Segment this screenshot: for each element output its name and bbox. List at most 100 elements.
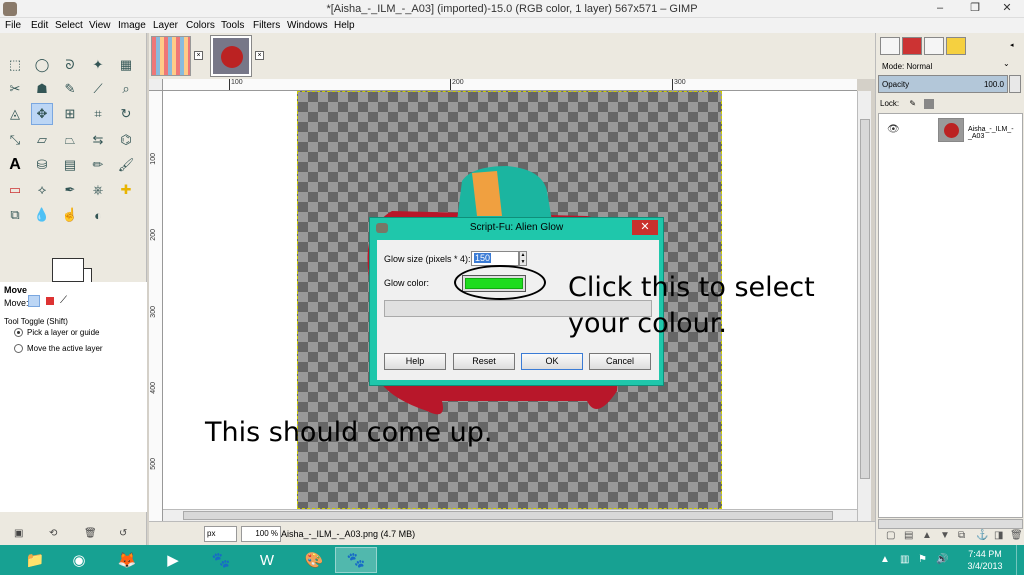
vertical-scrollbar[interactable] [857,91,871,521]
glow-size-spinner[interactable]: ▲ ▼ [519,251,527,266]
align-icon[interactable]: ⊞ [59,103,81,125]
bucket-fill-icon[interactable]: ⛁ [31,154,53,176]
close-button[interactable]: ✕ [990,0,1024,17]
menu-file[interactable]: File [5,20,21,31]
ellipse-select-icon[interactable]: ◯ [31,54,53,76]
menu-edit[interactable]: Edit [31,20,48,31]
shear-icon[interactable]: ▱ [31,129,53,151]
flip-icon[interactable]: ⇆ [87,129,109,151]
move-selection-mode-icon[interactable] [46,297,54,305]
paths-tab[interactable] [924,37,944,55]
menu-image[interactable]: Image [118,20,146,31]
horizontal-scroll-thumb[interactable] [183,511,833,520]
opacity-slider[interactable]: Opacity 100.0 [878,75,1008,93]
menu-filters[interactable]: Filters [253,20,280,31]
dialog-close-button[interactable]: ✕ [632,220,658,235]
help-button[interactable]: Help [384,353,446,370]
firefox-icon[interactable]: 🦊 [106,547,148,573]
scissors-icon[interactable]: ✂ [4,78,26,100]
menu-colors[interactable]: Colors [186,20,215,31]
image-tab-1[interactable] [151,36,191,76]
foreground-select-icon[interactable]: ☗ [31,78,53,100]
mode-dropdown-icon[interactable]: ⌄ [1003,59,1021,73]
horizontal-scrollbar[interactable] [163,509,857,521]
pick-layer-radio[interactable] [14,328,23,337]
menu-view[interactable]: View [89,20,111,31]
paint-icon[interactable]: 🎨 [293,547,335,573]
lock-alpha-icon[interactable] [924,99,935,109]
explorer-icon[interactable]: 📁 [14,547,56,573]
foreground-color[interactable] [52,258,84,282]
perspective-icon[interactable]: ⏢ [59,129,81,151]
move-tool-icon[interactable]: ✥ [31,103,53,125]
color-select-icon[interactable]: ▦ [115,54,137,76]
ink-icon[interactable]: ✒ [59,179,81,201]
restore-options-icon[interactable]: ⟲ [49,528,57,539]
visibility-eye-icon[interactable]: 👁 [887,124,900,135]
menu-layer[interactable]: Layer [153,20,178,31]
anchor-layer-icon[interactable]: ⚓ [976,530,988,541]
move-active-radio[interactable] [14,344,23,353]
layer-row[interactable]: 👁 Aisha_-_ILM_-_A03 [879,114,1022,146]
crop-icon[interactable]: ⌗ [87,103,109,125]
chrome-icon[interactable]: ◉ [58,547,100,573]
smudge-icon[interactable]: ☝ [59,204,81,226]
lock-pixels-icon[interactable]: ✎ [909,99,916,108]
new-layer-icon[interactable]: ▢ [886,530,895,541]
raise-layer-icon[interactable]: ▲ [922,530,932,541]
cancel-button[interactable]: Cancel [589,353,651,370]
vertical-scroll-thumb[interactable] [860,119,870,479]
new-group-icon[interactable]: ▤ [904,530,913,541]
clone-icon[interactable]: ⎈ [87,179,109,201]
color-picker-icon[interactable]: ⟋ [87,78,109,100]
tray-volume-icon[interactable]: 🔊 [936,554,948,565]
ruler-corner[interactable] [149,79,163,91]
dodge-burn-icon[interactable]: ◐ [87,204,109,226]
paths-icon[interactable]: ✎ [59,78,81,100]
minimize-button[interactable]: – [925,0,955,17]
tray-network-icon[interactable]: ▥ [900,554,909,565]
tray-arrow-icon[interactable]: ▲ [880,554,890,565]
channels-tab[interactable] [902,37,922,55]
text-tool-icon[interactable]: A [4,154,26,176]
delete-options-icon[interactable]: 🗑 [84,528,97,539]
layers-scrollbar[interactable] [878,519,1023,529]
glow-size-input[interactable]: 150 [471,251,519,266]
tray-flag-icon[interactable]: ⚑ [918,554,927,565]
heal-icon[interactable]: ✚ [115,179,137,201]
image-tab-2[interactable] [211,36,251,76]
lower-layer-icon[interactable]: ▼ [940,530,950,541]
paintbrush-icon[interactable]: 🖌 [115,154,137,176]
perspective-clone-icon[interactable]: ⧉ [4,204,26,226]
menu-tools[interactable]: Tools [221,20,244,31]
move-path-mode-icon[interactable]: ⟋ [60,295,67,306]
reset-options-icon[interactable]: ↺ [119,528,127,539]
zoom-icon[interactable]: ⌕ [115,78,137,100]
restore-button[interactable]: ❐ [960,0,990,17]
free-select-icon[interactable]: ᘐ [59,54,81,76]
zoom-select[interactable]: 100 % [241,526,281,542]
undo-tab[interactable] [946,37,966,55]
cage-icon[interactable]: ⌬ [115,129,137,151]
close-tab-1-icon[interactable]: × [194,51,203,60]
layers-tab[interactable] [880,37,900,55]
ok-button[interactable]: OK [521,353,583,370]
pencil-icon[interactable]: ✏ [87,154,109,176]
opacity-spinner[interactable] [1009,75,1021,93]
menu-windows[interactable]: Windows [287,20,328,31]
mask-icon[interactable]: ◨ [994,530,1003,541]
menu-help[interactable]: Help [334,20,355,31]
save-options-icon[interactable]: ▣ [14,528,23,539]
rect-select-icon[interactable]: ⬚ [4,54,26,76]
scale-icon[interactable]: ⤡ [4,129,26,151]
show-desktop-button[interactable] [1016,545,1024,575]
gimp-taskbar-icon[interactable]: 🐾 [200,547,242,573]
media-player-icon[interactable]: ▶ [152,547,194,573]
blend-icon[interactable]: ▤ [59,154,81,176]
gimp-active-taskbar-icon[interactable]: 🐾 [335,547,377,573]
word-icon[interactable]: W [246,547,288,573]
measure-icon[interactable]: ◬ [4,103,26,125]
eraser-icon[interactable]: ▭ [4,179,26,201]
unit-select[interactable]: px [204,526,237,542]
duplicate-layer-icon[interactable]: ⧉ [958,530,965,541]
